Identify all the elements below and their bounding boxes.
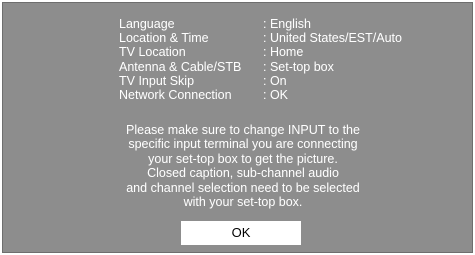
setting-row-tv-input-skip: TV Input Skip : On	[119, 74, 439, 88]
setting-value: : On	[263, 73, 287, 88]
message-line: specific input terminal you are connecti…	[128, 137, 358, 152]
message-line: Please make sure to change INPUT to the	[126, 123, 360, 137]
setting-value: : Home	[263, 45, 304, 60]
setting-label: Antenna & Cable/STB	[119, 59, 242, 74]
setting-value: : OK	[263, 88, 289, 103]
setting-row-location-time: Location & Time : United States/EST/Auto	[119, 31, 439, 45]
message-line: Closed caption, sub-channel audio	[147, 166, 339, 181]
setting-row-tv-location: TV Location : Home	[119, 45, 439, 59]
setting-label: Network Connection	[119, 88, 232, 103]
setting-row-antenna-cable-stb: Antenna & Cable/STB : Set-top box	[119, 60, 439, 74]
message-line: and channel selection need to be selecte…	[126, 180, 360, 195]
setting-label: TV Location	[119, 45, 186, 60]
setting-label: Language	[119, 17, 175, 32]
setting-label: Location & Time	[119, 31, 209, 46]
setting-row-language: Language : English	[119, 17, 439, 31]
setup-summary-screen: Language : English Location & Time : Uni…	[2, 2, 473, 253]
settings-summary-list: Language : English Location & Time : Uni…	[119, 17, 439, 102]
setting-row-network-connection: Network Connection : OK	[119, 88, 439, 102]
message-line: your set-top box to get the picture.	[148, 151, 338, 166]
message-line: with your set-top box.	[183, 195, 303, 210]
info-message: Please make sure to change INPUT to the …	[83, 123, 403, 209]
setting-value: : Set-top box	[263, 59, 334, 74]
ok-button[interactable]: OK	[181, 221, 301, 245]
setting-value: : English	[263, 17, 311, 32]
setting-label: TV Input Skip	[119, 73, 195, 88]
setting-value: : United States/EST/Auto	[263, 31, 402, 46]
